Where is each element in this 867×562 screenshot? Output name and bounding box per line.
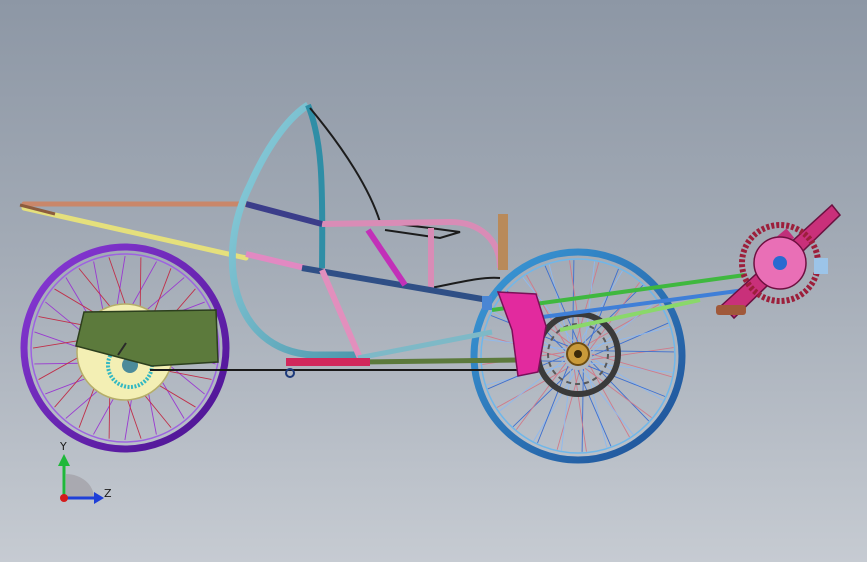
headset-post <box>498 214 508 270</box>
z-axis-arrowhead <box>94 492 104 504</box>
chainguard-bar <box>286 358 370 366</box>
spoke <box>590 350 674 353</box>
magenta-stay <box>365 228 408 287</box>
spoke <box>569 260 583 343</box>
x-axis-origin <box>60 494 68 502</box>
coordinate-triad <box>58 454 104 504</box>
spoke <box>560 368 572 451</box>
y-axis-label: Y <box>60 440 67 453</box>
pedal <box>716 305 746 315</box>
chain-line-olive <box>357 357 521 365</box>
spoke <box>584 261 596 344</box>
seat-stay-pink <box>319 268 363 360</box>
seat-mesh <box>309 107 461 240</box>
front-hub-center <box>574 350 582 358</box>
spoke <box>573 369 587 452</box>
derailleur-front <box>814 258 828 274</box>
cad-viewport[interactable]: Y Z <box>0 0 867 562</box>
seat-hoop <box>228 102 358 359</box>
seat-rail-upper <box>321 218 503 269</box>
z-axis-label: Z <box>104 487 112 500</box>
crank-spindle <box>773 256 787 270</box>
front-wheel[interactable] <box>470 248 686 464</box>
seatback-strut-lower <box>245 251 306 271</box>
steering-knuckle <box>482 296 492 310</box>
front-steering-bracket <box>496 291 547 377</box>
rear-wheel[interactable] <box>20 243 230 453</box>
spoke <box>591 353 672 378</box>
triad-shade <box>66 474 94 498</box>
seat-post <box>305 103 326 269</box>
y-axis-arrowhead <box>58 454 70 466</box>
seatback-strut-upper <box>245 201 323 227</box>
trike-model-drawing[interactable] <box>0 0 867 562</box>
